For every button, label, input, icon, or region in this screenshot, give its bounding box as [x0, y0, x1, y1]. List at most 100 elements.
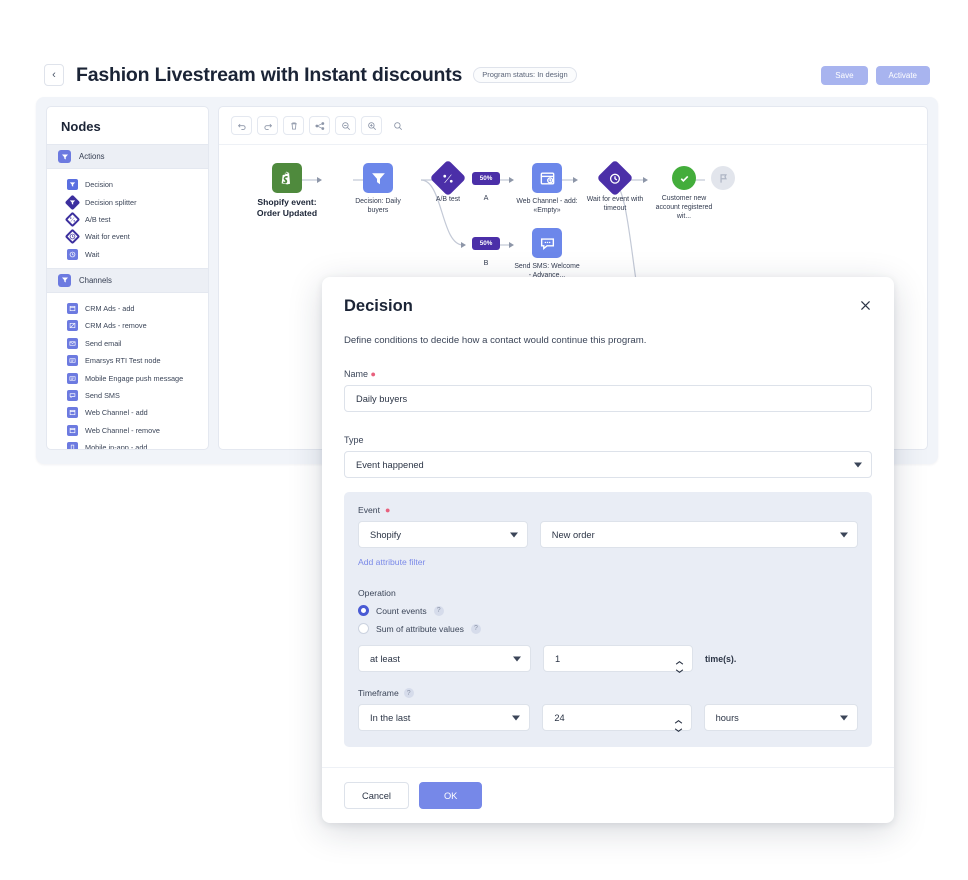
- status-badge: Program status: In design: [473, 66, 577, 84]
- count-value-stepper[interactable]: [543, 645, 693, 673]
- percent-icon: [429, 159, 467, 197]
- chevron-down-icon[interactable]: [675, 660, 684, 673]
- timeframe-unit-select[interactable]: hours: [703, 704, 858, 731]
- check-circle-icon: [672, 166, 696, 190]
- node-item-label: Web Channel - remove: [85, 425, 160, 435]
- modal-title: Decision: [344, 297, 413, 315]
- modal-description: Define conditions to decide how a contac…: [344, 335, 647, 346]
- count-operator-value: at least: [370, 653, 400, 664]
- node-item-web-channel-add[interactable]: Web Channel - add: [47, 404, 208, 421]
- zoom-reset-icon[interactable]: [387, 116, 408, 135]
- chevron-down-icon[interactable]: [674, 719, 683, 732]
- help-icon[interactable]: ?: [433, 605, 444, 616]
- node-item-crm-ads-add[interactable]: CRM Ads - add: [47, 300, 208, 317]
- percent-icon: [64, 211, 81, 228]
- node-item-decision-splitter[interactable]: Decision splitter: [47, 193, 208, 210]
- chevron-down-icon: [512, 715, 521, 720]
- auto-layout-icon[interactable]: [309, 116, 330, 135]
- flow-branch-a[interactable]: 50% A: [465, 163, 507, 202]
- node-item-wait-for-event[interactable]: Wait for event: [47, 228, 208, 245]
- add-attribute-filter-link[interactable]: Add attribute filter: [358, 557, 425, 567]
- nodes-section-actions[interactable]: Actions: [47, 144, 208, 169]
- sms-icon: [67, 389, 78, 401]
- operation-label: Operation: [358, 588, 396, 598]
- branch-b-percent: 50%: [472, 237, 500, 250]
- name-input[interactable]: [344, 385, 872, 412]
- filter-icon: [67, 179, 78, 191]
- flow-node-wait-event[interactable]: Wait for event with timeout: [577, 159, 653, 213]
- timeframe-label: Timeframe ?: [358, 688, 858, 698]
- actions-icon: [58, 150, 71, 163]
- back-button[interactable]: ‹: [44, 64, 64, 86]
- event-name-select[interactable]: New order: [539, 521, 858, 548]
- node-item-push-message[interactable]: Mobile Engage push message: [47, 369, 208, 386]
- activate-button[interactable]: Activate: [875, 65, 930, 85]
- filter-icon: [363, 163, 393, 193]
- node-item-send-sms[interactable]: Send SMS: [47, 387, 208, 404]
- node-item-label: Decision: [85, 180, 113, 190]
- radio-sum-attribute[interactable]: Sum of attribute values ?: [358, 623, 858, 634]
- canvas-toolbar: [219, 107, 927, 135]
- flow-node-start[interactable]: Shopify event: Order Updated: [237, 163, 337, 220]
- node-item-web-channel-remove[interactable]: Web Channel - remove: [47, 422, 208, 439]
- radio-count-events-input[interactable]: [358, 605, 369, 616]
- node-item-label: CRM Ads - remove: [85, 321, 147, 331]
- flow-branch-b[interactable]: 50% B: [465, 228, 507, 267]
- undo-icon[interactable]: [231, 116, 252, 135]
- actions-node-list: Decision Decision splitter A/B test Wait…: [47, 169, 208, 268]
- timeframe-value-stepper[interactable]: [542, 704, 692, 732]
- wait-icon: [67, 248, 78, 260]
- modal-footer: Cancel OK: [322, 767, 894, 823]
- radio-sum-attribute-input[interactable]: [358, 623, 369, 634]
- flow-node-label: Shopify event: Order Updated: [256, 197, 318, 219]
- redo-icon[interactable]: [257, 116, 278, 135]
- save-button[interactable]: Save: [821, 65, 868, 85]
- timeframe-operator-select[interactable]: In the last: [358, 704, 531, 731]
- count-operator-select[interactable]: at least: [358, 645, 531, 672]
- flow-node-web-channel[interactable]: Web Channel - add: «Empty»: [509, 163, 585, 215]
- flow-node-send-sms[interactable]: Send SMS: Welcome - Advance...: [509, 228, 585, 280]
- chevron-up-icon[interactable]: [675, 652, 684, 665]
- node-item-wait[interactable]: Wait: [47, 246, 208, 263]
- node-item-rti-test[interactable]: Emarsys RTI Test node: [47, 352, 208, 369]
- zoom-in-icon[interactable]: [361, 116, 382, 135]
- radio-count-events[interactable]: Count events ?: [358, 605, 858, 616]
- radio-count-events-label: Count events: [376, 605, 427, 616]
- close-icon[interactable]: [854, 294, 876, 316]
- nodes-section-channels[interactable]: Channels: [47, 267, 208, 293]
- flow-node-label: Web Channel - add: «Empty»: [516, 198, 578, 215]
- cancel-button[interactable]: Cancel: [344, 782, 409, 809]
- help-icon[interactable]: ?: [403, 688, 414, 698]
- crm-ads-remove-icon: [67, 320, 78, 332]
- type-select[interactable]: Event happened: [344, 451, 872, 478]
- node-item-label: CRM Ads - add: [85, 304, 135, 314]
- flag-icon: [711, 166, 735, 190]
- node-item-ab-test[interactable]: A/B test: [47, 211, 208, 228]
- ok-button[interactable]: OK: [418, 782, 483, 809]
- flow-node-end[interactable]: [703, 163, 743, 193]
- flow-node-decision[interactable]: Decision: Daily buyers: [337, 163, 419, 215]
- stepper-arrows[interactable]: [674, 711, 683, 732]
- stepper-arrows[interactable]: [675, 652, 684, 673]
- count-row: at least time(s).: [358, 645, 858, 673]
- node-item-inapp-add[interactable]: Mobile in-app - add: [47, 439, 208, 449]
- event-source-select[interactable]: Shopify: [358, 521, 528, 548]
- help-icon[interactable]: ?: [470, 623, 481, 634]
- timeframe-value-input[interactable]: [543, 712, 691, 723]
- branch-a-percent: 50%: [472, 172, 500, 185]
- node-item-label: Send email: [85, 338, 122, 348]
- web-remove-icon: [67, 424, 78, 436]
- node-item-crm-ads-remove[interactable]: CRM Ads - remove: [47, 317, 208, 334]
- count-value-input[interactable]: [544, 653, 692, 664]
- node-item-send-email[interactable]: Send email: [47, 335, 208, 352]
- node-item-decision[interactable]: Decision: [47, 176, 208, 193]
- trash-icon[interactable]: [283, 116, 304, 135]
- zoom-out-icon[interactable]: [335, 116, 356, 135]
- name-label: Name ●: [344, 369, 872, 379]
- chevron-up-icon[interactable]: [674, 711, 683, 724]
- branch-b-label: B: [483, 258, 489, 267]
- web-channel-icon: [532, 163, 562, 193]
- node-item-label: Wait: [85, 249, 100, 259]
- required-marker: ●: [370, 369, 376, 379]
- splitter-icon: [64, 194, 81, 210]
